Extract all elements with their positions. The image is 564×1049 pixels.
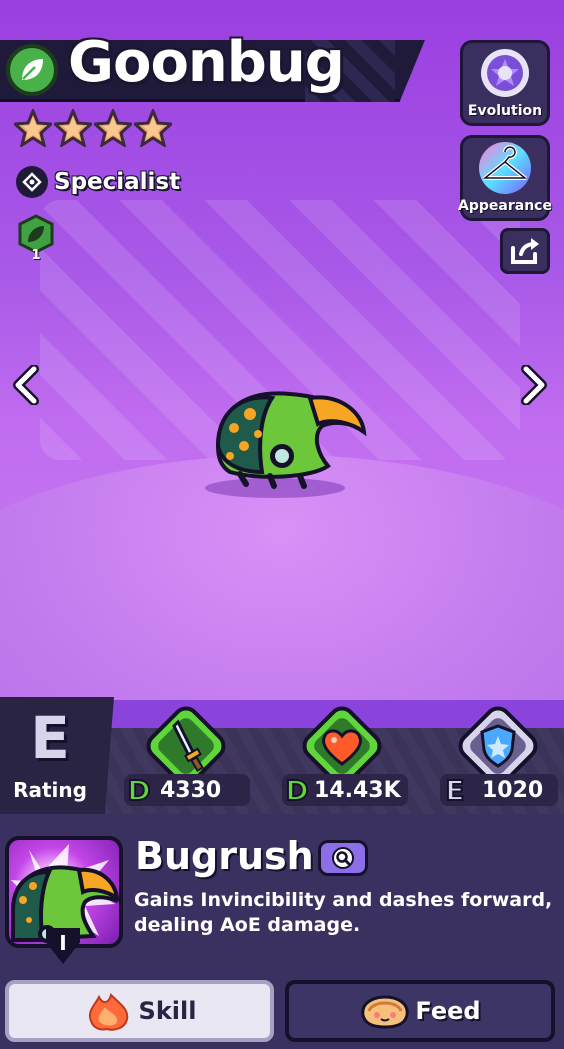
badge-level: 1 [31,248,41,263]
health-value: 14.43K [314,777,401,803]
skill-button-label: Skill [138,997,197,1025]
attack-value: 4330 [160,777,222,803]
star-rating [14,108,172,148]
star-icon [14,108,52,148]
skill-detail-button[interactable] [318,840,368,876]
star-icon [54,108,92,148]
role-label: Specialist [54,169,181,195]
evolution-icon [463,43,547,103]
health-grade: D [284,773,309,808]
evolution-label: Evolution [467,103,543,119]
appearance-button[interactable]: Appearance [458,135,552,221]
fire-icon [88,993,128,1031]
chevron-right-icon [521,365,547,405]
attack-stat: D 4330 [124,773,250,808]
appearance-label: Appearance [458,198,552,214]
defense-grade: E [444,773,465,808]
evolution-button[interactable]: Evolution [460,40,550,126]
star-icon [94,108,132,148]
diamond-icon [16,166,48,198]
defense-stat: E 1020 [440,773,558,808]
magnifier-icon [332,847,354,869]
attack-grade: D [126,773,151,808]
leaf-element-icon [6,44,58,96]
pet-creature [205,391,367,498]
skill-description: Gains Invincibility and dashes forward, … [134,889,553,936]
rating-grade: E [30,704,70,772]
star-icon [134,108,172,148]
bread-icon [361,995,410,1029]
defense-value: 1020 [482,777,544,803]
skill-name: Bugrush [135,834,314,878]
feed-button-label: Feed [415,997,481,1025]
rating-label: Rating [13,778,87,802]
skill-tab-button[interactable]: Skill [5,980,274,1042]
next-pet-button[interactable] [514,362,554,408]
hanger-icon [463,138,547,198]
health-stat: D 14.43K [282,773,408,808]
prev-pet-button[interactable] [6,362,46,408]
share-icon [511,238,539,264]
chevron-left-icon [13,365,39,405]
feed-tab-button[interactable]: Feed [285,980,555,1042]
element-badge[interactable]: 1 [16,214,56,263]
role-tag: Specialist [16,166,180,198]
share-button[interactable] [500,228,550,274]
pet-name: Goonbug [68,30,345,95]
